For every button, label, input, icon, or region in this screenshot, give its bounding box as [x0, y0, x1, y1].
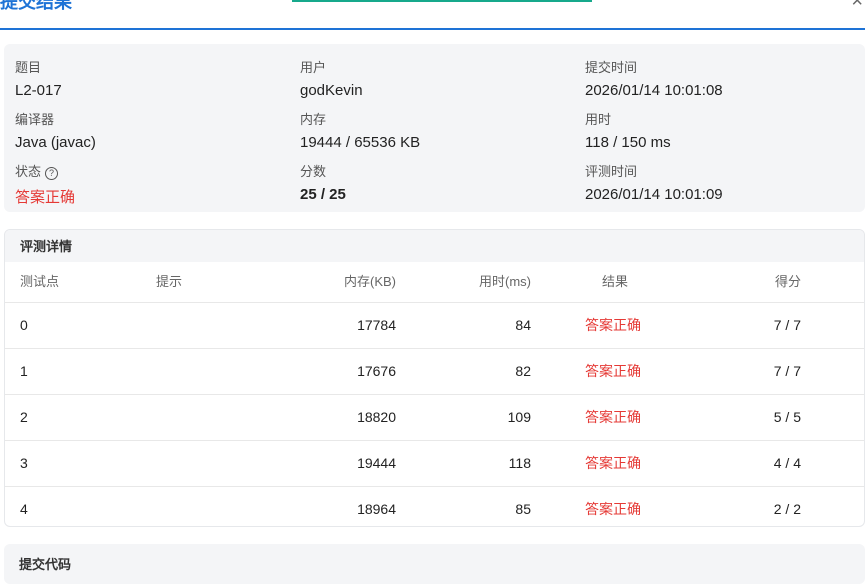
- table-row: 4 18964 85 答案正确 2 / 2: [5, 487, 864, 526]
- time-value: 118 / 150 ms: [585, 134, 671, 151]
- score-label: 分数: [300, 164, 327, 179]
- tab-indicator: [292, 0, 592, 2]
- cell-time: 84: [515, 317, 531, 333]
- cell-case: 1: [20, 363, 28, 379]
- cell-memory: 19444: [357, 455, 396, 471]
- cell-time: 85: [515, 501, 531, 517]
- judge-time-field: 评测时间 2026/01/14 10:01:09: [585, 161, 723, 203]
- cell-time: 82: [515, 363, 531, 379]
- score-value: 25 / 25: [300, 186, 346, 203]
- cell-score: 2 / 2: [773, 501, 801, 517]
- memory-field: 内存 19444 / 65536 KB: [300, 109, 420, 151]
- table-row: 2 18820 109 答案正确 5 / 5: [5, 395, 864, 441]
- user-field: 用户 godKevin: [300, 57, 363, 99]
- cell-score: 5 / 5: [773, 409, 801, 425]
- cell-case: 2: [20, 409, 28, 425]
- problem-field: 题目 L2-017: [15, 57, 62, 99]
- submitted-code-section: 提交代码: [4, 544, 865, 584]
- table-row: 3 19444 118 答案正确 4 / 4: [5, 441, 864, 487]
- close-icon[interactable]: ×: [851, 0, 863, 13]
- cell-case: 4: [20, 501, 28, 517]
- dialog-header: 提交结果 ×: [0, 0, 865, 30]
- judge-time-label: 评测时间: [585, 164, 638, 179]
- cell-score: 7 / 7: [773, 317, 801, 333]
- cell-memory: 18964: [357, 501, 396, 517]
- header-score: 得分: [774, 274, 801, 289]
- time-field: 用时 118 / 150 ms: [585, 109, 671, 151]
- problem-value[interactable]: L2-017: [15, 82, 62, 99]
- score-field: 分数 25 / 25: [300, 161, 346, 203]
- status-field: 状态? 答案正确: [15, 161, 75, 207]
- user-label: 用户: [300, 60, 327, 75]
- cell-result: 答案正确: [585, 317, 641, 333]
- cell-time: 118: [508, 455, 531, 471]
- status-label: 状态: [15, 164, 42, 179]
- submit-time-label: 提交时间: [585, 60, 638, 75]
- cell-score: 4 / 4: [773, 455, 801, 471]
- help-icon[interactable]: ?: [45, 167, 59, 180]
- submitted-code-title: 提交代码: [19, 557, 72, 572]
- table-header: 测试点 提示 内存(KB) 用时(ms) 结果 得分: [5, 262, 864, 303]
- cell-score: 7 / 7: [773, 363, 801, 379]
- submit-time-value: 2026/01/14 10:01:08: [585, 82, 723, 99]
- cell-case: 3: [20, 455, 28, 471]
- compiler-field: 编译器 Java (javac): [15, 109, 96, 151]
- cell-memory: 17676: [357, 363, 396, 379]
- user-value[interactable]: godKevin: [300, 82, 363, 99]
- cell-time: 109: [507, 409, 531, 425]
- cell-memory: 18820: [357, 409, 396, 425]
- header-case: 测试点: [20, 274, 60, 289]
- cell-result: 答案正确: [585, 409, 641, 425]
- header-memory: 内存(KB): [343, 274, 396, 289]
- problem-label: 题目: [15, 60, 42, 75]
- table-row: 0 17784 84 答案正确 7 / 7: [5, 303, 864, 349]
- cell-result: 答案正确: [585, 455, 641, 471]
- header-hint: 提示: [156, 274, 183, 289]
- judge-details: 评测详情 测试点 提示 内存(KB) 用时(ms) 结果 得分 0 17784 …: [4, 229, 865, 527]
- time-label: 用时: [585, 112, 612, 127]
- submission-summary: 题目 L2-017 编译器 Java (javac) 状态? 答案正确 用户 g…: [4, 44, 865, 212]
- cell-memory: 17784: [357, 317, 396, 333]
- header-result: 结果: [602, 274, 629, 289]
- header-time: 用时(ms): [479, 274, 531, 289]
- submit-time-field: 提交时间 2026/01/14 10:01:08: [585, 57, 723, 99]
- judge-details-title: 评测详情: [5, 230, 864, 262]
- table-row: 1 17676 82 答案正确 7 / 7: [5, 349, 864, 395]
- cell-case: 0: [20, 317, 28, 333]
- memory-value: 19444 / 65536 KB: [300, 134, 421, 151]
- dialog-title: 提交结果: [0, 0, 72, 12]
- status-value: 答案正确: [15, 189, 76, 206]
- memory-label: 内存: [300, 112, 327, 127]
- cell-result: 答案正确: [585, 501, 641, 517]
- cell-result: 答案正确: [585, 363, 641, 379]
- judge-time-value: 2026/01/14 10:01:09: [585, 186, 723, 203]
- compiler-label: 编译器: [15, 112, 55, 127]
- compiler-value: Java (javac): [15, 134, 96, 151]
